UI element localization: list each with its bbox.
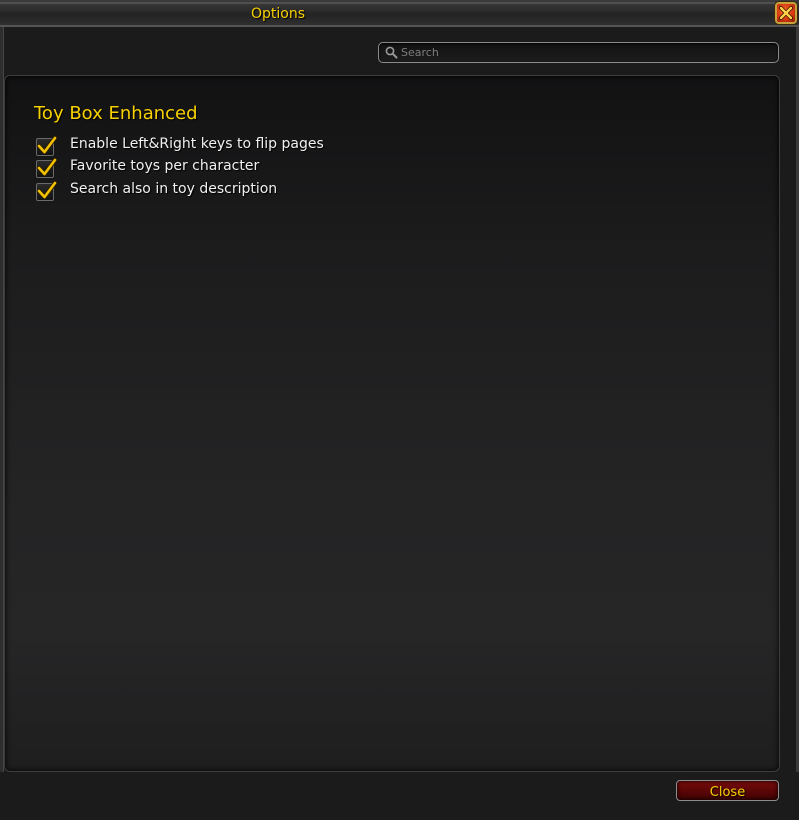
close-x-icon[interactable]	[775, 2, 797, 24]
title-bar[interactable]: Options	[0, 0, 799, 27]
search-icon	[385, 46, 398, 59]
options-window: Options Toy Box Enhanced Enable Left&R	[0, 0, 799, 820]
close-button-label: Close	[709, 785, 746, 800]
checkmark-icon	[36, 135, 58, 155]
close-button[interactable]: Close	[676, 780, 779, 801]
bottom-bar: Close	[0, 772, 799, 820]
favorite-per-character-checkbox[interactable]	[36, 157, 58, 178]
checkmark-icon	[36, 157, 58, 177]
search-description-label: Search also in toy description	[70, 181, 278, 197]
x-mark-icon	[779, 6, 793, 20]
flip-pages-label: Enable Left&Right keys to flip pages	[70, 136, 324, 152]
options-panel: Toy Box Enhanced Enable Left&Right keys …	[4, 75, 780, 772]
search-description-checkbox[interactable]	[36, 180, 58, 201]
window-title: Options	[250, 6, 306, 22]
search-box[interactable]	[378, 42, 779, 63]
search-input[interactable]	[401, 45, 771, 60]
panel-title: Toy Box Enhanced	[34, 103, 198, 124]
flip-pages-checkbox[interactable]	[36, 135, 58, 156]
favorite-per-character-label: Favorite toys per character	[70, 158, 260, 174]
checkmark-icon	[36, 180, 58, 200]
